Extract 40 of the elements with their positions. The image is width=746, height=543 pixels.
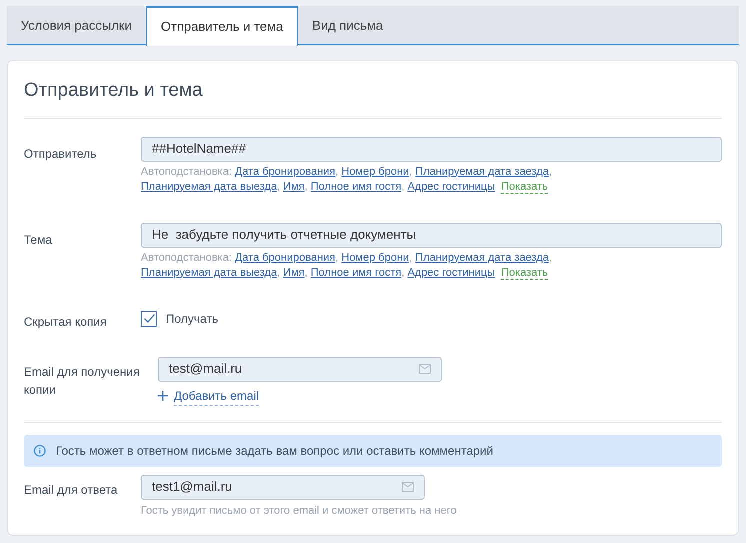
input-field[interactable]: test@mail.ru	[158, 356, 442, 382]
plus-icon	[158, 391, 168, 401]
autofill-link[interactable]: Планируемая дата заезда	[415, 252, 550, 264]
autofill-link[interactable]: Планируемая дата выезда	[141, 180, 278, 192]
input-field[interactable]: test1@mail.ru	[141, 474, 425, 500]
show-link[interactable]: Показать	[501, 266, 548, 280]
autofill-link[interactable]: Дата бронирования	[235, 252, 336, 264]
autofill-link[interactable]: Имя	[283, 180, 305, 192]
mail-icon	[402, 482, 414, 492]
add-email-link[interactable]: Добавить email	[174, 386, 260, 406]
field-label: Тема	[24, 232, 54, 248]
checkbox-label: Получать	[166, 310, 218, 328]
autofill-hint: Автоподстановка: Дата бронирования, Номер брони, Планируемая дата заезда, Планируемая дата выезда, Имя, Полное имя гостя, Адрес гостиницы Показать	[141, 164, 554, 194]
info-icon	[34, 444, 46, 456]
field-label: Скрытая копия	[24, 314, 108, 330]
field-label: Отправитель	[24, 146, 98, 162]
autofill-link[interactable]: Адрес гостиницы	[408, 180, 496, 192]
autofill-link[interactable]: Планируемая дата заезда	[415, 166, 550, 178]
autofill-hint: Автоподстановка: Дата бронирования, Номер брони, Планируемая дата заезда, Планируемая дата выезда, Имя, Полное имя гостя, Адрес гостиницы Показать	[141, 250, 554, 280]
tab[interactable]: Вид письма	[298, 6, 398, 45]
tab[interactable]: Условия рассылки	[7, 6, 146, 45]
section-title: Отправитель и тема	[24, 79, 204, 103]
autofill-link[interactable]: Имя	[283, 266, 305, 278]
info-text: Гость может в ответном письме задать вам вопрос или оставить комментарий	[56, 442, 494, 460]
autofill-link[interactable]: Планируемая дата выезда	[141, 266, 278, 278]
autofill-link[interactable]: Полное имя гостя	[310, 266, 402, 278]
field-label: Email для получения копии	[24, 364, 141, 398]
autofill-link[interactable]: Номер брони	[342, 252, 410, 264]
checkbox[interactable]	[141, 310, 157, 326]
input-field[interactable]: ##HotelName##	[141, 136, 722, 162]
input-field[interactable]: Не забудьте получить отчетные документы	[141, 222, 722, 248]
autofill-link[interactable]: Полное имя гостя	[310, 180, 402, 192]
field-hint: Гость увидит письмо от этого email и сможет ответить на него	[141, 504, 458, 518]
field-label: Email для ответа	[24, 482, 119, 498]
mail-icon	[419, 364, 431, 374]
autofill-link[interactable]: Адрес гостиницы	[408, 266, 496, 278]
autofill-link[interactable]: Номер брони	[342, 166, 410, 178]
autofill-link[interactable]: Дата бронирования	[235, 166, 336, 178]
tab[interactable]: Отправитель и тема	[146, 6, 298, 46]
show-link[interactable]: Показать	[501, 180, 548, 194]
